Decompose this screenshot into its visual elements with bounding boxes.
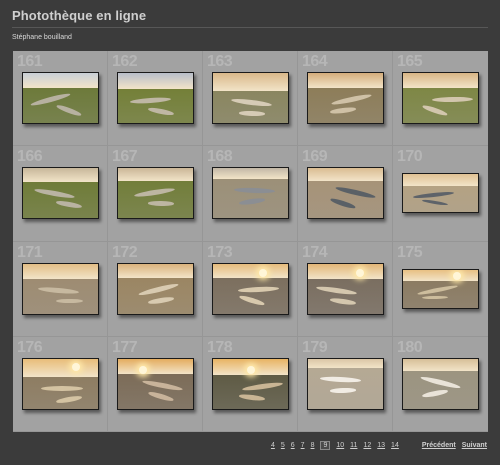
gallery-cell[interactable]: 179 xyxy=(298,336,393,432)
photo-number: 180 xyxy=(397,338,423,356)
photo-number: 168 xyxy=(207,148,233,166)
photo-thumbnail[interactable] xyxy=(116,167,194,220)
gallery-cell[interactable]: 175 xyxy=(393,242,488,337)
page-header: Photothèque en ligne Stéphane bouilland xyxy=(12,8,488,41)
gallery-cell[interactable]: 172 xyxy=(108,241,203,337)
photo-number: 161 xyxy=(17,53,43,70)
photo-thumbnail[interactable] xyxy=(402,268,479,309)
gallery-cell[interactable]: 178 xyxy=(203,336,298,432)
photo-number: 169 xyxy=(302,148,328,166)
photo-number: 166 xyxy=(17,148,43,166)
photo-number: 172 xyxy=(112,243,138,261)
photo-thumbnail[interactable] xyxy=(306,167,384,220)
page-link[interactable]: 8 xyxy=(311,442,315,449)
photo-thumbnail[interactable] xyxy=(116,357,194,410)
next-page-link[interactable]: Suivant xyxy=(462,442,487,449)
gallery-cell[interactable]: 177 xyxy=(108,336,203,432)
photo-number: 170 xyxy=(397,148,423,166)
photo-number: 173 xyxy=(207,243,233,261)
gallery-cell[interactable]: 173 xyxy=(203,241,298,337)
photo-thumbnail[interactable] xyxy=(211,357,289,410)
pagination: 4 5 6 7 8 9 10 11 12 13 14 Précédent Suivant xyxy=(268,441,487,450)
photo-number: 174 xyxy=(302,243,328,261)
photo-thumbnail[interactable] xyxy=(211,167,289,220)
page-link[interactable]: 12 xyxy=(363,442,371,449)
photo-thumbnail[interactable] xyxy=(402,357,479,410)
photo-gallery-grid: 161 162 163 164 165 166 167 168 169 170 171 172 173 1… xyxy=(13,51,488,432)
page-link[interactable]: 14 xyxy=(391,442,399,449)
page-link[interactable]: 7 xyxy=(301,442,305,449)
photo-number: 162 xyxy=(112,53,138,70)
gallery-cell[interactable]: 168 xyxy=(203,146,298,242)
photo-number: 177 xyxy=(112,338,138,356)
gallery-cell[interactable]: 161 xyxy=(13,51,108,147)
previous-page-link[interactable]: Précédent xyxy=(422,442,456,449)
page-link[interactable]: 10 xyxy=(336,442,344,449)
gallery-cell[interactable]: 165 xyxy=(393,51,488,147)
photo-thumbnail[interactable] xyxy=(211,72,289,125)
gallery-cell[interactable]: 163 xyxy=(203,51,298,147)
gallery-cell[interactable]: 166 xyxy=(13,146,108,242)
photo-number: 167 xyxy=(112,148,138,166)
page-link[interactable]: 6 xyxy=(291,442,295,449)
photo-number: 178 xyxy=(207,338,233,356)
site-title: Photothèque en ligne xyxy=(12,8,488,28)
page-link[interactable]: 5 xyxy=(281,442,285,449)
photo-number: 165 xyxy=(397,53,423,70)
gallery-cell[interactable]: 169 xyxy=(298,146,393,242)
gallery-cell[interactable]: 162 xyxy=(108,51,203,147)
photo-number: 163 xyxy=(207,53,233,70)
photo-thumbnail[interactable] xyxy=(402,173,479,214)
page-link[interactable]: 4 xyxy=(271,442,275,449)
gallery-cell[interactable]: 174 xyxy=(298,241,393,337)
gallery-cell[interactable]: 176 xyxy=(13,336,108,432)
author-name: Stéphane bouilland xyxy=(12,34,72,41)
photo-thumbnail[interactable] xyxy=(21,262,99,315)
photo-thumbnail[interactable] xyxy=(306,72,384,125)
photo-number: 179 xyxy=(302,338,328,356)
photo-thumbnail[interactable] xyxy=(306,357,384,410)
photo-thumbnail[interactable] xyxy=(21,357,99,410)
photo-thumbnail[interactable] xyxy=(116,262,194,315)
photo-thumbnail[interactable] xyxy=(116,72,194,125)
photo-thumbnail[interactable] xyxy=(21,167,99,220)
photo-thumbnail[interactable] xyxy=(211,262,289,315)
page-link[interactable]: 13 xyxy=(377,442,385,449)
gallery-cell[interactable]: 171 xyxy=(13,241,108,337)
photo-thumbnail[interactable] xyxy=(306,262,384,315)
gallery-cell[interactable]: 170 xyxy=(393,146,488,242)
photo-number: 175 xyxy=(397,243,423,261)
photo-number: 176 xyxy=(17,338,43,356)
gallery-cell[interactable]: 164 xyxy=(298,51,393,147)
page-link[interactable]: 9 xyxy=(320,441,331,450)
photo-thumbnail[interactable] xyxy=(402,72,479,125)
page-link[interactable]: 11 xyxy=(350,442,357,449)
gallery-cell[interactable]: 180 xyxy=(393,337,488,432)
photo-number: 171 xyxy=(17,243,43,261)
photo-number: 164 xyxy=(302,53,328,70)
gallery-cell[interactable]: 167 xyxy=(108,146,203,242)
photo-thumbnail[interactable] xyxy=(21,72,99,125)
